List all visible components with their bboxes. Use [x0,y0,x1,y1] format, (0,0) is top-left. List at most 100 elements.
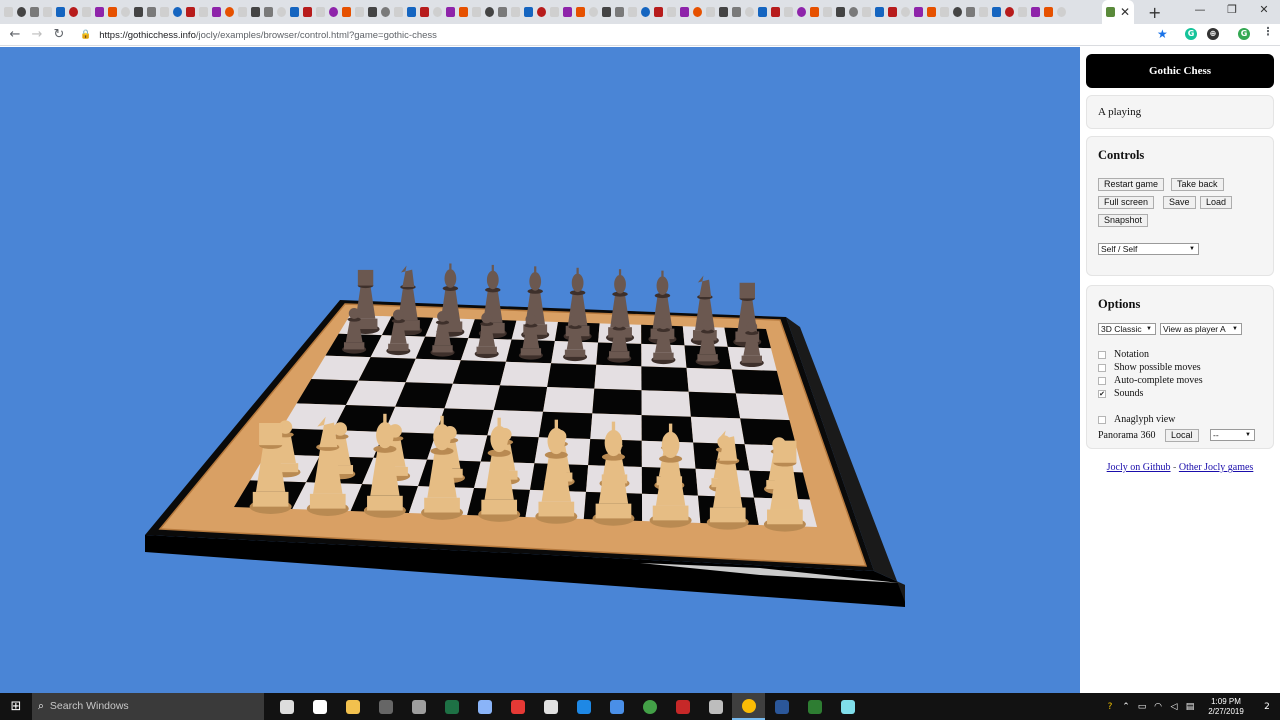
pinned-tab[interactable] [600,0,613,24]
pinned-tab[interactable] [15,0,28,24]
pinned-tab[interactable] [756,0,769,24]
notation-checkbox[interactable] [1098,350,1106,359]
chevron-up-icon[interactable]: ⌃ [1118,702,1134,712]
pinned-tab[interactable] [483,0,496,24]
pinned-tab[interactable] [613,0,626,24]
taskbar-app[interactable] [303,693,336,720]
sounds-option[interactable]: ✔ Sounds [1098,388,1143,399]
pinned-tab[interactable] [418,0,431,24]
sounds-checkbox[interactable]: ✔ [1098,389,1106,398]
forward-button[interactable]: → [26,27,48,42]
wifi-icon[interactable]: ◠ [1150,702,1166,712]
pinned-tab[interactable] [977,0,990,24]
pinned-tab[interactable] [899,0,912,24]
pinned-tab[interactable] [223,0,236,24]
taskbar-app[interactable] [369,693,402,720]
pinned-tab[interactable] [54,0,67,24]
pinned-tab[interactable] [834,0,847,24]
mode-select[interactable]: Self / Self ▼ [1098,243,1199,255]
window-close-button[interactable]: ✕ [1248,0,1280,20]
take-back-button[interactable]: Take back [1171,178,1224,191]
pinned-tab[interactable] [392,0,405,24]
taskbar-app[interactable] [600,693,633,720]
taskbar-app[interactable] [699,693,732,720]
clock[interactable]: 1:09 PM 2/27/2019 [1198,697,1254,717]
pinned-tab[interactable] [106,0,119,24]
star-icon[interactable]: ★ [1157,27,1168,41]
anaglyph-option[interactable]: Anaglyph view [1098,414,1175,425]
pinned-tab[interactable] [847,0,860,24]
pinned-tab[interactable] [964,0,977,24]
pinned-tab[interactable] [67,0,80,24]
save-button[interactable]: Save [1163,196,1196,209]
tab-active[interactable]: ✕ [1102,0,1134,24]
pinned-tab[interactable] [587,0,600,24]
pinned-tab[interactable] [327,0,340,24]
address-bar[interactable]: 🔒 https://gothicchess.info/jocly/example… [80,27,1175,43]
network-icon[interactable]: ▭ [1134,702,1150,712]
pinned-tab[interactable] [158,0,171,24]
pinned-tab[interactable] [886,0,899,24]
pinned-tab[interactable] [730,0,743,24]
pinned-tab[interactable] [366,0,379,24]
snapshot-button[interactable]: Snapshot [1098,214,1149,227]
pinned-tab[interactable] [769,0,782,24]
pinned-tab[interactable] [249,0,262,24]
pinned-tab[interactable] [353,0,366,24]
pinned-tab[interactable] [691,0,704,24]
taskbar-app[interactable] [666,693,699,720]
restart-game-button[interactable]: Restart game [1098,178,1165,191]
panorama-select[interactable]: -- ▼ [1210,429,1255,441]
pinned-tab[interactable] [431,0,444,24]
pinned-tab[interactable] [574,0,587,24]
reload-button[interactable]: ↻ [48,27,70,42]
pinned-tab[interactable] [379,0,392,24]
taskbar-app[interactable] [270,693,303,720]
taskbar-app[interactable] [765,693,798,720]
taskbar-app[interactable] [501,693,534,720]
notification-icon[interactable]: 2 [1254,702,1280,712]
pinned-tab[interactable] [171,0,184,24]
back-button[interactable]: ← [4,27,26,42]
pinned-tab[interactable] [639,0,652,24]
pinned-tab[interactable] [275,0,288,24]
pinned-tab[interactable] [678,0,691,24]
pinned-tab[interactable] [1003,0,1016,24]
pinned-tab[interactable] [2,0,15,24]
full-screen-button[interactable]: Full screen [1098,196,1155,209]
close-icon[interactable]: ✕ [1120,5,1130,19]
chess-board[interactable] [0,47,1080,693]
pinned-tab[interactable] [990,0,1003,24]
pinned-tab[interactable] [496,0,509,24]
taskbar-app[interactable] [534,693,567,720]
pinned-tab[interactable] [132,0,145,24]
show-moves-option[interactable]: Show possible moves [1098,362,1201,373]
pinned-tab[interactable] [301,0,314,24]
pinned-tab[interactable] [743,0,756,24]
menu-icon[interactable]: ⋮ [1262,26,1274,38]
autocomplete-checkbox[interactable] [1098,376,1106,385]
pinned-tab[interactable] [938,0,951,24]
pinned-tab[interactable] [925,0,938,24]
local-button[interactable]: Local [1165,429,1199,442]
pinned-tab[interactable] [1029,0,1042,24]
pinned-tab[interactable] [1042,0,1055,24]
taskbar-app[interactable] [798,693,831,720]
search-input[interactable]: ⌕ Search Windows [32,693,264,720]
grammarly-icon[interactable]: G [1185,28,1197,40]
pinned-tab[interactable] [1016,0,1029,24]
jocly-github-link[interactable]: Jocly on Github [1107,462,1171,473]
taskbar-app[interactable] [468,693,501,720]
help-icon[interactable]: ? [1102,702,1118,712]
pinned-tab[interactable] [652,0,665,24]
pinned-tab[interactable] [704,0,717,24]
taskbar-app[interactable] [402,693,435,720]
taskbar-app[interactable] [435,693,468,720]
other-games-link[interactable]: Other Jocly games [1179,462,1253,473]
extension-icon[interactable]: ⊕ [1207,28,1219,40]
pinned-tab[interactable] [197,0,210,24]
profile-icon[interactable]: G [1238,28,1250,40]
pinned-tab[interactable] [262,0,275,24]
pinned-tab[interactable] [626,0,639,24]
taskbar-app[interactable] [732,693,765,720]
